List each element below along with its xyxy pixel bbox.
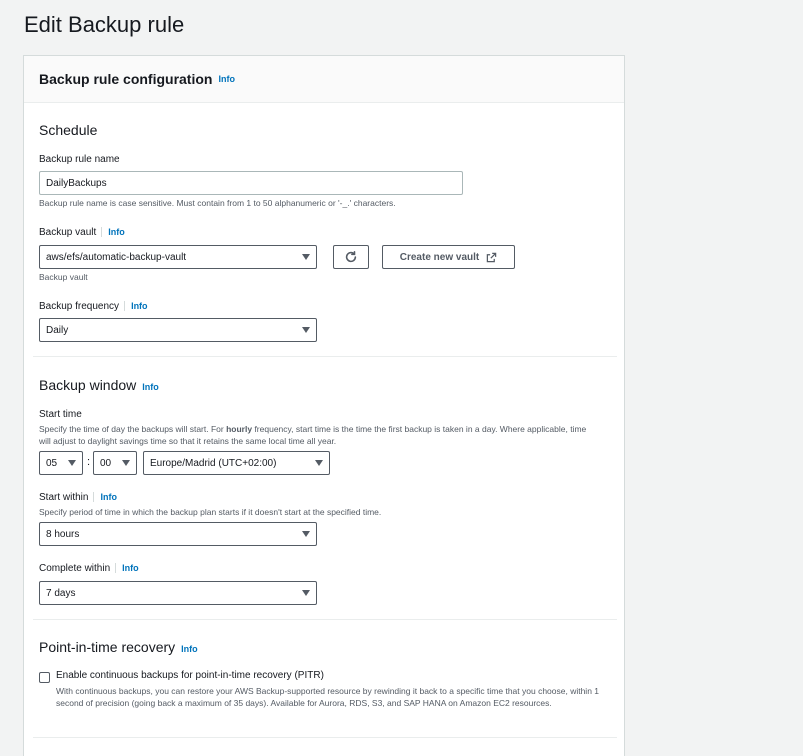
start-within-label: Start within: [39, 492, 89, 503]
caret-down-icon: [302, 590, 310, 596]
panel-title: Backup rule configuration: [39, 71, 213, 87]
frequency-select[interactable]: Daily: [39, 318, 317, 342]
minute-value: 00: [100, 457, 112, 469]
external-link-icon: [486, 252, 497, 262]
vault-select[interactable]: aws/efs/automatic-backup-vault: [39, 245, 317, 269]
start-within-info-link[interactable]: Info: [93, 492, 117, 502]
rule-name-label: Backup rule name: [39, 154, 120, 165]
backup-window-info-link[interactable]: Info: [142, 382, 159, 392]
divider: [33, 619, 617, 620]
caret-down-icon: [302, 531, 310, 537]
divider: [33, 356, 617, 357]
pitr-info-link[interactable]: Info: [181, 644, 198, 654]
frequency-label: Backup frequency: [39, 301, 120, 312]
complete-within-select[interactable]: 7 days: [39, 581, 317, 605]
panel-header: Backup rule configuration Info: [24, 56, 624, 103]
complete-within-value: 7 days: [46, 587, 76, 599]
caret-down-icon: [68, 460, 76, 466]
schedule-title: Schedule: [39, 122, 98, 138]
start-time-label: Start time: [39, 409, 82, 420]
rule-name-value: DailyBackups: [46, 177, 107, 189]
vault-label-row: Backup vault Info: [39, 227, 125, 238]
caret-down-icon: [122, 460, 130, 466]
frequency-label-row: Backup frequency Info: [39, 301, 148, 312]
vault-info-link[interactable]: Info: [101, 227, 125, 237]
panel-info-link[interactable]: Info: [218, 74, 235, 84]
backup-window-title-row: Backup window Info: [39, 377, 159, 395]
minute-select[interactable]: 00: [93, 451, 137, 475]
frequency-value: Daily: [46, 324, 69, 336]
create-vault-button[interactable]: Create new vault: [382, 245, 515, 269]
caret-down-icon: [302, 327, 310, 333]
start-within-hint: Specify period of time in which the back…: [39, 507, 382, 517]
pitr-title-row: Point-in-time recovery Info: [39, 639, 198, 657]
timezone-value: Europe/Madrid (UTC+02:00): [150, 457, 277, 469]
pitr-checkbox-label[interactable]: Enable continuous backups for point-in-t…: [56, 670, 324, 681]
vault-hint: Backup vault: [39, 272, 88, 282]
complete-within-label-row: Complete within Info: [39, 563, 139, 574]
pitr-description: With continuous backups, you can restore…: [56, 686, 600, 708]
hour-select[interactable]: 05: [39, 451, 83, 475]
divider: [33, 737, 617, 738]
start-time-hint-bold: hourly: [226, 424, 253, 434]
start-time-hint-pre: Specify the time of day the backups will…: [39, 424, 227, 434]
start-within-value: 8 hours: [46, 528, 80, 540]
caret-down-icon: [302, 254, 310, 260]
time-separator: :: [87, 456, 91, 468]
start-within-select[interactable]: 8 hours: [39, 522, 317, 546]
timezone-select[interactable]: Europe/Madrid (UTC+02:00): [143, 451, 330, 475]
page-title: Edit Backup rule: [24, 12, 185, 37]
pitr-title: Point-in-time recovery: [39, 639, 176, 655]
frequency-info-link[interactable]: Info: [124, 301, 148, 311]
complete-within-label: Complete within: [39, 563, 111, 574]
caret-down-icon: [315, 460, 323, 466]
vault-label: Backup vault: [39, 227, 97, 238]
create-vault-label: Create new vault: [399, 251, 480, 263]
backup-rule-panel: Backup rule configuration Info Schedule …: [23, 55, 625, 756]
pitr-checkbox[interactable]: [39, 672, 50, 683]
start-time-hint: Specify the time of day the backups will…: [39, 423, 589, 447]
complete-within-info-link[interactable]: Info: [115, 563, 139, 573]
refresh-vaults-button[interactable]: [333, 245, 369, 269]
rule-name-hint: Backup rule name is case sensitive. Must…: [39, 198, 396, 208]
start-within-label-row: Start within Info: [39, 492, 117, 503]
vault-value: aws/efs/automatic-backup-vault: [46, 251, 187, 263]
hour-value: 05: [46, 457, 58, 469]
backup-window-title: Backup window: [39, 377, 137, 393]
rule-name-input[interactable]: DailyBackups: [39, 171, 463, 195]
refresh-icon: [345, 250, 357, 263]
